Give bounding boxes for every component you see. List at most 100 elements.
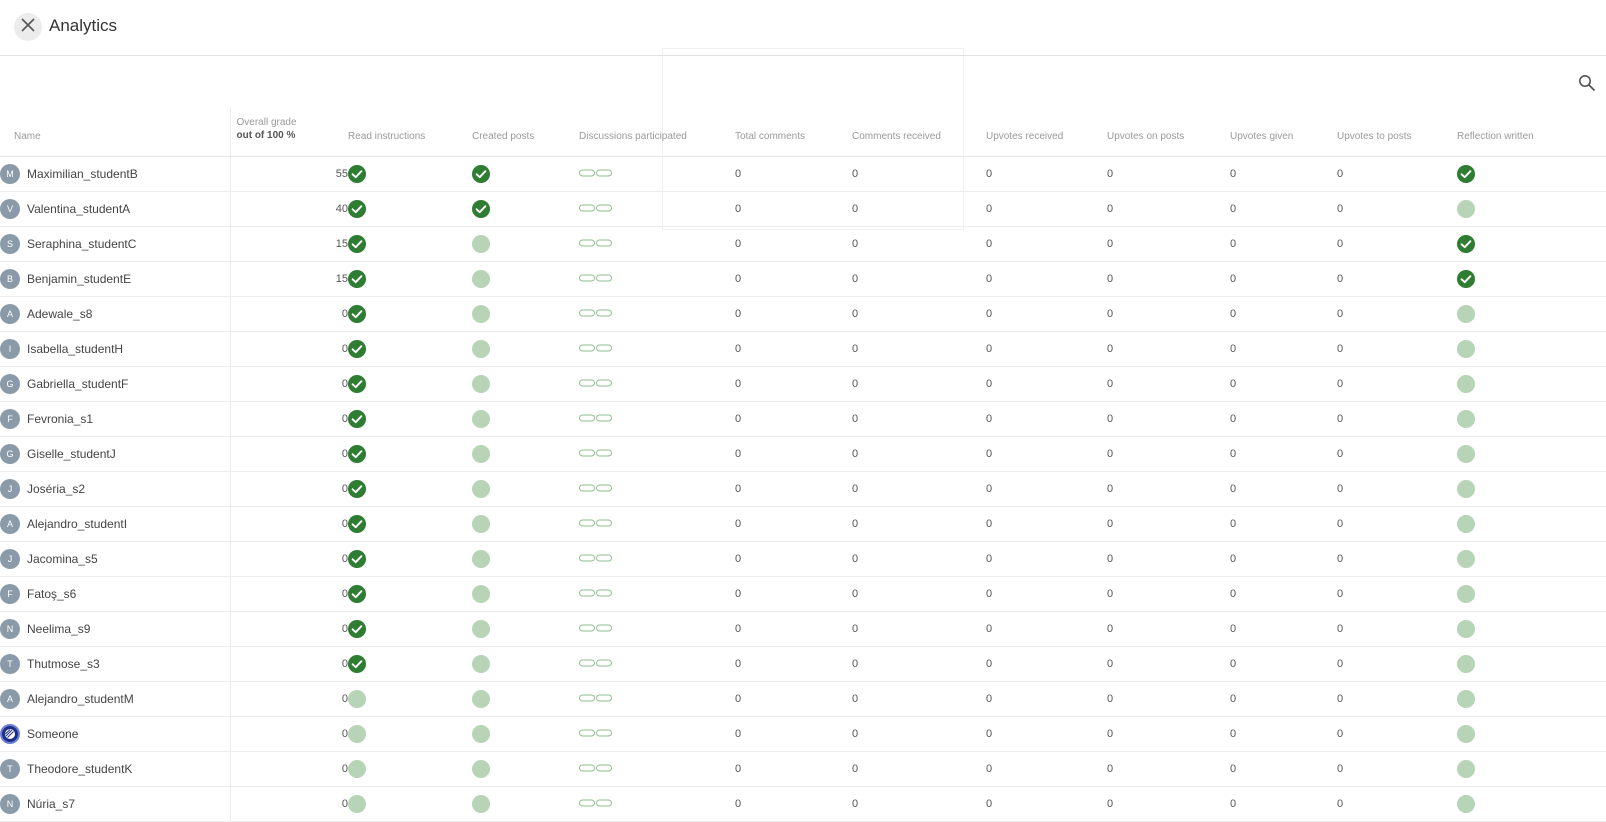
column-header-reflection[interactable]: Reflection written (1457, 108, 1606, 157)
link-icon[interactable] (579, 798, 613, 810)
column-header-upvotes-on-posts[interactable]: Upvotes on posts (1107, 108, 1230, 157)
link-icon[interactable] (579, 693, 613, 705)
link-icon[interactable] (579, 168, 613, 180)
read-instructions-check-icon (348, 409, 366, 428)
reflection-cell (1457, 576, 1606, 612)
column-header-grade[interactable]: Overall grade out of 100 % (229, 108, 348, 157)
reflection-cell (1457, 226, 1606, 262)
link-icon[interactable] (579, 483, 613, 495)
total-comments-cell: 0 (735, 401, 852, 437)
link-icon[interactable] (579, 588, 613, 600)
table-row[interactable]: T Theodore_studentK 0 0 0 0 0 0 0 (0, 751, 1606, 787)
student-name[interactable]: Someone (27, 727, 78, 741)
student-name[interactable]: Valentina_studentA (27, 202, 130, 216)
link-icon[interactable] (579, 238, 613, 250)
column-header-upvotes-received[interactable]: Upvotes received (986, 108, 1107, 157)
student-name[interactable]: Giselle_studentJ (27, 447, 116, 461)
column-header-upvotes-given[interactable]: Upvotes given (1230, 108, 1337, 157)
student-name[interactable]: Núria_s7 (27, 797, 75, 811)
student-name[interactable]: Theodore_studentK (27, 762, 132, 776)
student-name[interactable]: Fatoş_s6 (27, 587, 76, 601)
student-name[interactable]: Fevronia_s1 (27, 412, 93, 426)
student-name[interactable]: Gabriella_studentF (27, 377, 128, 391)
link-icon[interactable] (579, 518, 613, 530)
avatar: T (0, 653, 20, 674)
upvotes-on-posts-cell: 0 (1107, 506, 1230, 542)
table-row[interactable]: A Adewale_s8 0 0 0 0 0 0 0 (0, 296, 1606, 332)
table-row[interactable]: B Benjamin_studentE 15 0 0 0 0 0 0 (0, 261, 1606, 297)
upvotes-on-posts-cell: 0 (1107, 786, 1230, 822)
table-row[interactable]: G Giselle_studentJ 0 0 0 0 0 0 0 (0, 436, 1606, 472)
table-row[interactable]: T Thutmose_s3 0 0 0 0 0 0 0 (0, 646, 1606, 682)
created-posts-check-icon (472, 164, 490, 183)
comments-received-cell: 0 (852, 226, 986, 262)
student-name[interactable]: Jacomina_s5 (27, 552, 98, 566)
link-icon[interactable] (579, 413, 613, 425)
link-icon[interactable] (579, 378, 613, 390)
table-row[interactable]: A Alejandro_studentM 0 0 0 0 0 0 0 (0, 681, 1606, 717)
table-row[interactable]: N Núria_s7 0 0 0 0 0 0 0 (0, 786, 1606, 822)
link-icon[interactable] (579, 658, 613, 670)
student-name[interactable]: Alejandro_studentM (27, 692, 134, 706)
upvotes-given-cell: 0 (1230, 541, 1337, 577)
column-header-read-instructions[interactable]: Read instructions (348, 108, 472, 157)
total-comments-cell: 0 (735, 541, 852, 577)
table-row[interactable]: F Fevronia_s1 0 0 0 0 0 0 0 (0, 401, 1606, 437)
column-header-discussions[interactable]: Discussions participated (579, 108, 735, 157)
column-header-comments-received[interactable]: Comments received (852, 108, 986, 157)
table-row[interactable]: J Jacomina_s5 0 0 0 0 0 0 0 (0, 541, 1606, 577)
column-header-created-posts[interactable]: Created posts (472, 108, 579, 157)
table-row[interactable]: F Fatoş_s6 0 0 0 0 0 0 0 (0, 576, 1606, 612)
link-icon[interactable] (579, 343, 613, 355)
table-row[interactable]: M Maximilian_studentB 55 0 0 0 0 0 0 (0, 156, 1606, 192)
reflection-pending-icon (1457, 759, 1475, 778)
read-instructions-check-icon (348, 444, 366, 463)
read-instructions-check-icon (348, 269, 366, 288)
search-button[interactable] (1578, 74, 1598, 94)
read-instructions-check-icon (348, 479, 366, 498)
upvotes-to-posts-cell: 0 (1337, 506, 1457, 542)
table-row[interactable]: I Isabella_studentH 0 0 0 0 0 0 0 (0, 331, 1606, 367)
table-row[interactable]: S Seraphina_studentC 15 0 0 0 0 0 0 (0, 226, 1606, 262)
student-name[interactable]: Benjamin_studentE (27, 272, 131, 286)
student-name[interactable]: Thutmose_s3 (27, 657, 100, 671)
student-name[interactable]: Isabella_studentH (27, 342, 123, 356)
table-row[interactable]: N Neelima_s9 0 0 0 0 0 0 0 (0, 611, 1606, 647)
student-name-cell: I Isabella_studentH (0, 331, 230, 367)
page-title: Analytics (49, 16, 118, 35)
discussions-cell (579, 436, 735, 472)
student-name-cell: N Núria_s7 (0, 786, 230, 822)
student-name[interactable]: Alejandro_studentI (27, 517, 127, 531)
avatar: M (0, 163, 20, 184)
table-row[interactable]: V Valentina_studentA 40 0 0 0 0 0 0 (0, 191, 1606, 227)
created-posts-cell (472, 541, 579, 577)
close-button[interactable] (14, 13, 42, 41)
created-posts-cell (472, 471, 579, 507)
close-icon (21, 17, 35, 37)
link-icon[interactable] (579, 273, 613, 285)
link-icon[interactable] (579, 763, 613, 775)
link-icon[interactable] (579, 728, 613, 740)
table-row[interactable]: J Joséria_s2 0 0 0 0 0 0 0 (0, 471, 1606, 507)
upvotes-received-cell: 0 (986, 541, 1107, 577)
student-name[interactable]: Seraphina_studentC (27, 237, 136, 251)
column-header-upvotes-to-posts[interactable]: Upvotes to posts (1337, 108, 1457, 157)
table-row[interactable]: G Gabriella_studentF 0 0 0 0 0 0 0 (0, 366, 1606, 402)
link-icon[interactable] (579, 553, 613, 565)
total-comments-cell: 0 (735, 331, 852, 367)
student-name[interactable]: Neelima_s9 (27, 622, 90, 636)
link-icon[interactable] (579, 308, 613, 320)
column-header-name[interactable]: Name (0, 108, 230, 157)
reflection-cell (1457, 716, 1606, 752)
table-row[interactable]: A Alejandro_studentI 0 0 0 0 0 0 0 (0, 506, 1606, 542)
student-name[interactable]: Joséria_s2 (27, 482, 85, 496)
discussions-cell (579, 716, 735, 752)
link-icon[interactable] (579, 623, 613, 635)
table-row[interactable]: Someone 0 0 0 0 0 0 0 (0, 716, 1606, 752)
column-header-total-comments[interactable]: Total comments (735, 108, 852, 157)
student-name[interactable]: Maximilian_studentB (27, 167, 138, 181)
link-icon[interactable] (579, 448, 613, 460)
upvotes-received-cell: 0 (986, 681, 1107, 717)
link-icon[interactable] (579, 203, 613, 215)
student-name[interactable]: Adewale_s8 (27, 307, 92, 321)
